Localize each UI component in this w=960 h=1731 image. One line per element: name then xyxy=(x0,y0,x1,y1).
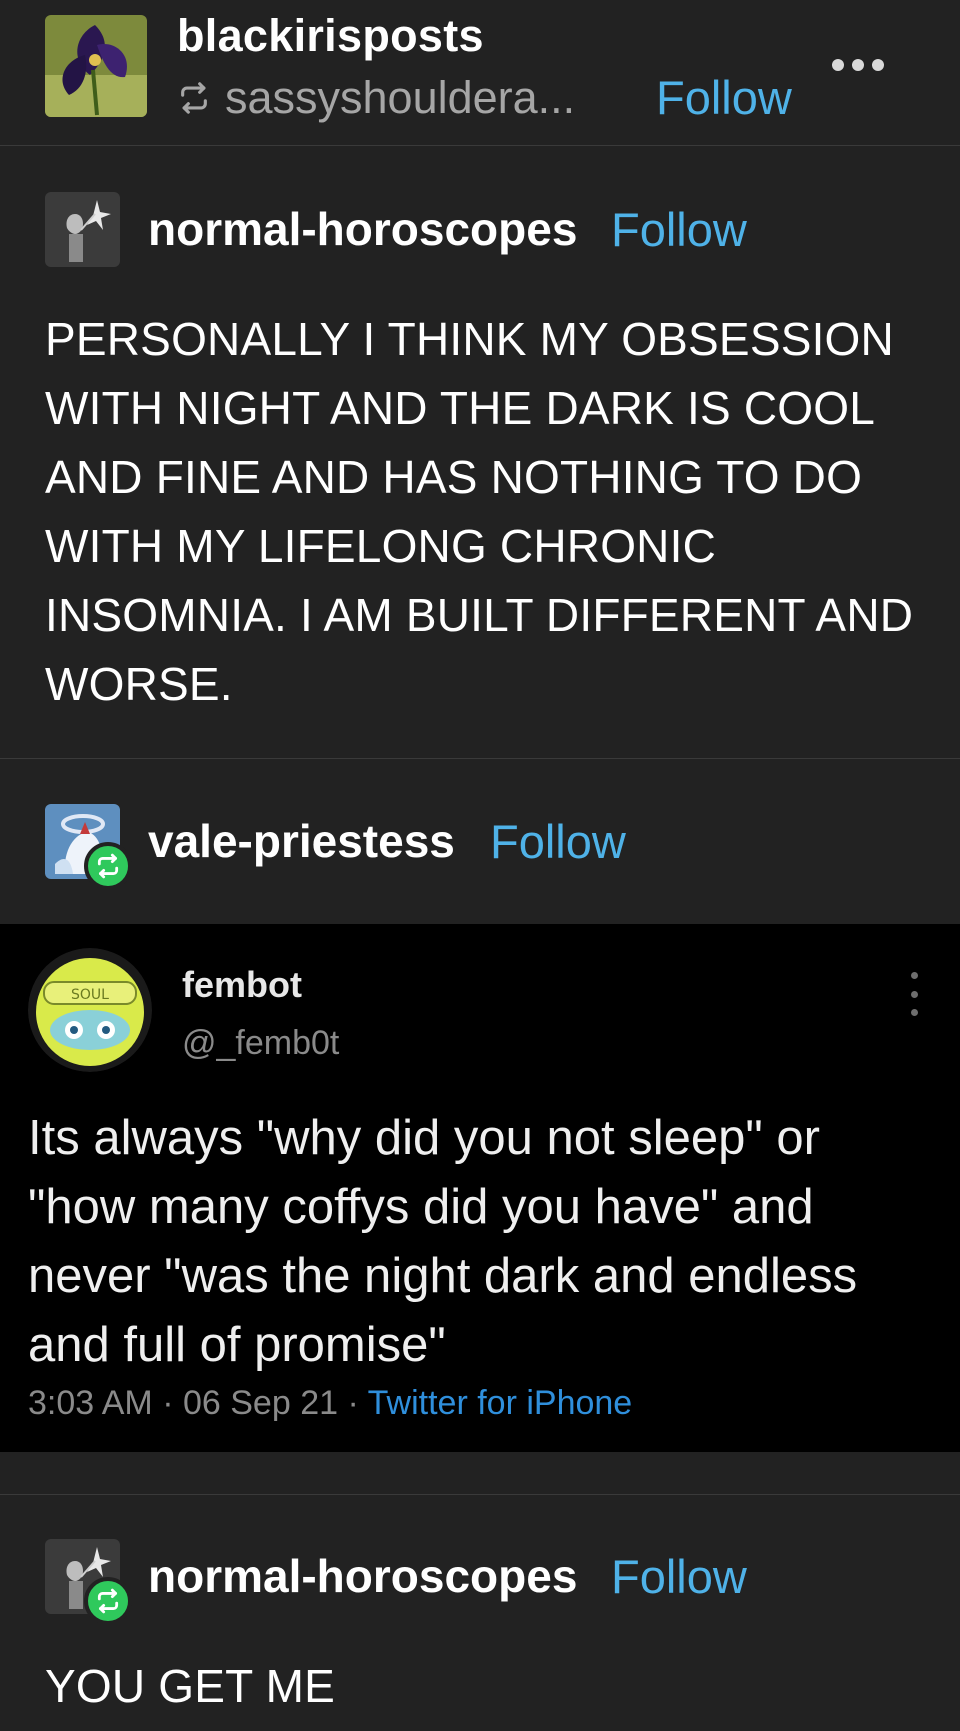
tweet-author-name: fembot xyxy=(182,964,302,1005)
post-author-name[interactable]: normal-horoscopes xyxy=(148,1549,577,1603)
post-text: PERSONALLY I THINK MY OBSESSION WITH NIG… xyxy=(45,313,914,710)
reblogged-from[interactable]: sassyshouldera... xyxy=(177,72,575,124)
tweet-more-icon xyxy=(908,972,920,1016)
follow-button-blackirisposts[interactable]: Follow xyxy=(656,70,792,125)
post-header: blackirisposts sassyshouldera... Follow xyxy=(0,0,960,146)
reblogger-name[interactable]: blackirisposts xyxy=(177,10,484,62)
tweet-separator: · xyxy=(162,1384,174,1422)
post-author-name[interactable]: vale-priestess xyxy=(148,814,455,868)
avatar-lettering: SOUL xyxy=(71,987,109,1003)
tweet-author-handle: @_femb0t xyxy=(182,1024,340,1062)
post-author-row: normal-horoscopes Follow xyxy=(0,192,960,272)
normal-horoscopes-avatar[interactable] xyxy=(45,192,120,267)
fembot-avatar: SOUL xyxy=(28,948,152,1072)
post-author-row: normal-horoscopes Follow xyxy=(0,1539,960,1625)
tweet-meta: 3:03 AM · 06 Sep 21 · Twitter for iPhone xyxy=(28,1384,632,1423)
reblog-badge-icon xyxy=(84,1577,132,1625)
reblog-badge-icon xyxy=(84,842,132,890)
tweet-screenshot: SOUL fembot @_femb0t Its always "why did… xyxy=(0,924,960,1452)
tweet-text: Its always "why did you not sleep" or "h… xyxy=(28,1111,858,1372)
follow-button-normal-horoscopes[interactable]: Follow xyxy=(611,1549,747,1604)
post-text: YOU GET ME xyxy=(45,1660,335,1712)
divider xyxy=(0,758,960,759)
reblog-icon xyxy=(181,82,207,114)
tweet-date: 06 Sep 21 xyxy=(182,1384,339,1422)
tweet-time: 3:03 AM xyxy=(28,1384,153,1422)
reblogged-from-name: sassyshouldera... xyxy=(225,72,576,123)
more-icon[interactable] xyxy=(832,50,892,80)
follow-button-normal-horoscopes[interactable]: Follow xyxy=(611,202,747,257)
tweet-separator: · xyxy=(347,1384,359,1422)
divider xyxy=(0,1494,960,1495)
follow-button-vale-priestess[interactable]: Follow xyxy=(490,814,626,869)
blackirisposts-avatar[interactable] xyxy=(45,15,147,117)
tweet-source: Twitter for iPhone xyxy=(367,1384,633,1422)
post-author-name[interactable]: normal-horoscopes xyxy=(148,202,577,256)
post-author-row: vale-priestess Follow xyxy=(0,804,960,890)
